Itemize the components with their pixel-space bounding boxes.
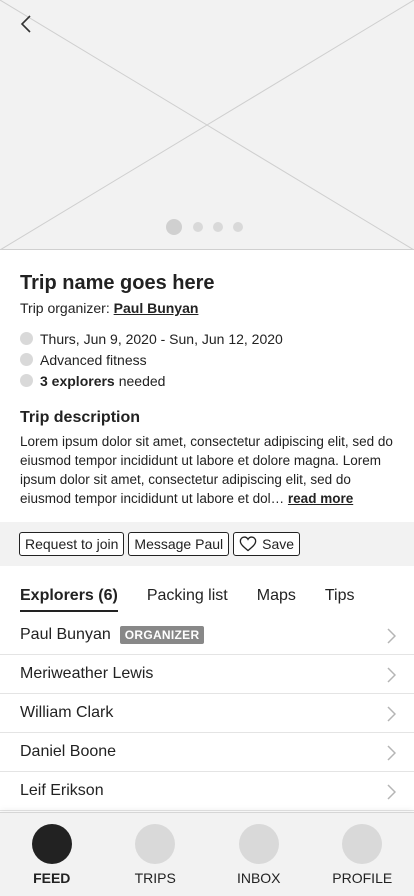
- bottom-nav: FEED TRIPS INBOX PROFILE: [0, 812, 414, 896]
- read-more-link[interactable]: read more: [288, 491, 353, 506]
- trip-organizer: Trip organizer: Paul Bunyan: [20, 299, 394, 317]
- tab-maps[interactable]: Maps: [257, 584, 296, 612]
- nav-trips[interactable]: TRIPS: [104, 813, 208, 896]
- heart-icon: [239, 536, 257, 552]
- nav-label: FEED: [33, 870, 71, 886]
- trip-description-heading: Trip description: [20, 409, 141, 426]
- explorer-row[interactable]: Meriweather Lewis: [0, 655, 414, 694]
- chevron-right-icon: [386, 744, 396, 762]
- explorer-row[interactable]: Daniel Boone: [0, 733, 414, 772]
- nav-label: INBOX: [236, 870, 281, 886]
- inbox-icon: [238, 824, 279, 864]
- tab-tips[interactable]: Tips: [325, 584, 355, 612]
- trip-dates-text: Thurs, Jun 9, 2020 - Sun, Jun 12, 2020: [40, 330, 283, 347]
- organizer-label: Trip organizer:: [20, 300, 110, 316]
- explorer-name: Leif Erikson: [20, 782, 104, 799]
- trip-tabs: Explorers (6) Packing list Maps Tips: [20, 584, 355, 612]
- trip-fitness: Advanced fitness: [20, 349, 394, 370]
- chevron-right-icon: [386, 783, 396, 801]
- request-to-join-button[interactable]: Request to join: [19, 532, 125, 556]
- save-label: Save: [262, 536, 295, 552]
- explorer-name: Meriweather Lewis: [20, 665, 154, 682]
- feed-icon: [31, 824, 72, 864]
- save-button[interactable]: Save: [233, 532, 301, 556]
- message-organizer-button[interactable]: Message Paul: [128, 532, 230, 556]
- trips-icon: [135, 824, 176, 864]
- trip-explorers-needed: 3 explorers needed: [20, 370, 394, 391]
- tab-packing-list[interactable]: Packing list: [147, 584, 228, 612]
- bullet-icon: [20, 332, 33, 345]
- bullet-icon: [20, 353, 33, 366]
- explorers-count: 3 explorers: [40, 372, 115, 389]
- trip-title: Trip name goes here: [20, 272, 215, 294]
- carousel-dot[interactable]: [213, 222, 223, 232]
- organizer-badge: ORGANIZER: [119, 626, 205, 644]
- nav-profile[interactable]: PROFILE: [311, 813, 414, 896]
- explorer-name: Daniel Boone: [20, 743, 117, 760]
- chevron-right-icon: [386, 666, 396, 684]
- trip-image-placeholder: [0, 0, 414, 250]
- organizer-link[interactable]: Paul Bunyan: [114, 300, 199, 316]
- carousel-dot[interactable]: [193, 222, 203, 232]
- explorer-row[interactable]: William Clark: [0, 694, 414, 733]
- trip-fitness-text: Advanced fitness: [40, 351, 147, 368]
- trip-facts: Thurs, Jun 9, 2020 - Sun, Jun 12, 2020 A…: [20, 328, 394, 391]
- chevron-left-icon: [20, 15, 31, 33]
- trip-dates: Thurs, Jun 9, 2020 - Sun, Jun 12, 2020: [20, 328, 394, 349]
- chevron-right-icon: [386, 705, 396, 723]
- explorers-list: Paul Bunyan ORGANIZER Meriweather Lewis …: [0, 616, 414, 811]
- bullet-icon: [20, 374, 33, 387]
- trip-description: Lorem ipsum dolor sit amet, consectetur …: [20, 432, 394, 508]
- tab-explorers[interactable]: Explorers (6): [20, 584, 118, 612]
- image-placeholder-graphic: [0, 0, 414, 250]
- action-bar: Request to join Message Paul Save: [0, 522, 414, 566]
- nav-label: TRIPS: [134, 870, 176, 886]
- nav-inbox[interactable]: INBOX: [207, 813, 311, 896]
- explorer-row[interactable]: Paul Bunyan ORGANIZER: [0, 616, 414, 655]
- carousel-dot[interactable]: [233, 222, 243, 232]
- trip-info: Trip name goes here Trip organizer: Paul…: [20, 270, 394, 508]
- explorer-row[interactable]: Leif Erikson: [0, 772, 414, 811]
- carousel-dot-active[interactable]: [166, 219, 182, 235]
- back-button[interactable]: [14, 12, 38, 36]
- carousel-indicator: [0, 219, 414, 235]
- nav-label: PROFILE: [332, 870, 393, 886]
- profile-icon: [342, 824, 383, 864]
- chevron-right-icon: [386, 627, 396, 645]
- explorer-name: Paul Bunyan: [20, 626, 111, 643]
- explorers-needed-label: needed: [118, 372, 166, 389]
- nav-feed[interactable]: FEED: [0, 813, 104, 896]
- explorer-name: William Clark: [20, 704, 114, 721]
